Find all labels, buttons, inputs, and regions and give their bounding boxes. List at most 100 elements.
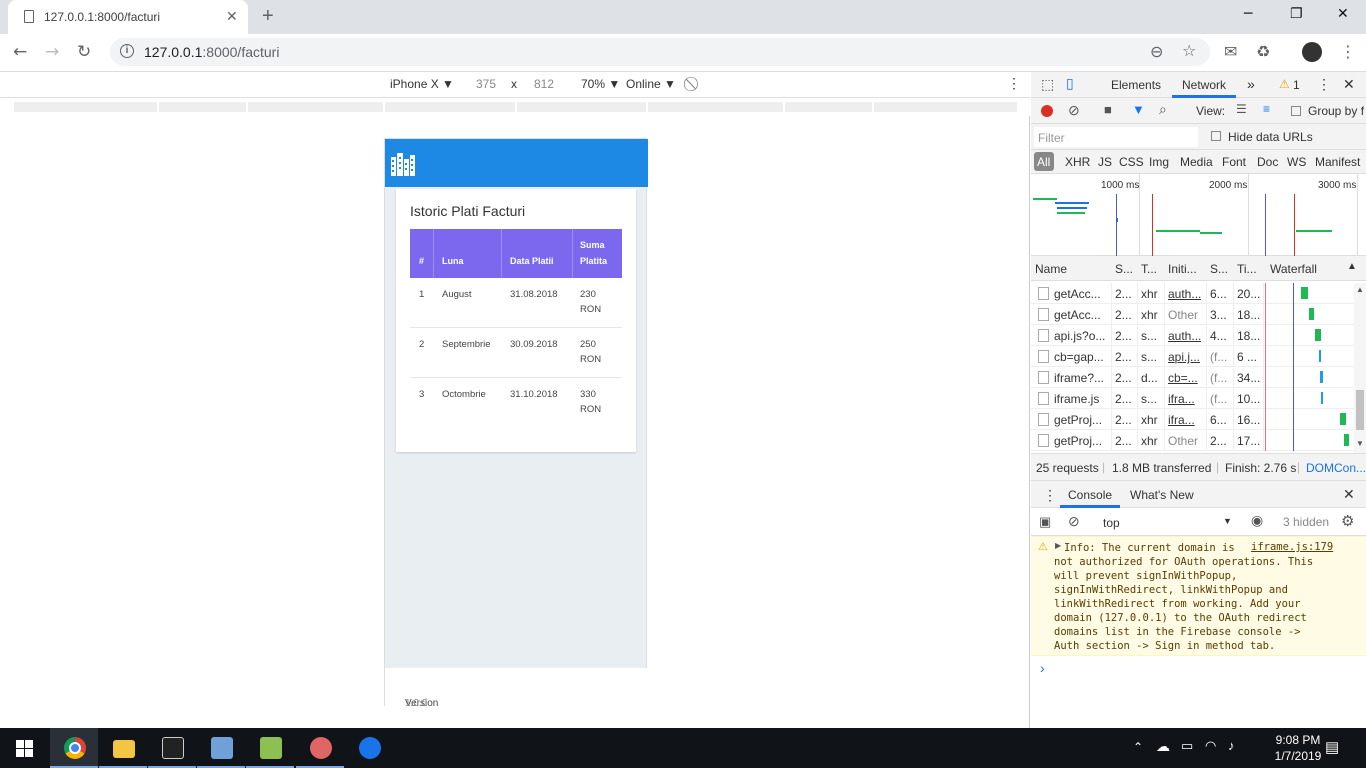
taskbar-terminal[interactable] (148, 728, 196, 768)
network-throttle-select[interactable]: Online ▼ (626, 77, 676, 91)
info-icon[interactable]: i (120, 44, 134, 58)
sidebar-toggle-icon[interactable]: ▣ (1039, 514, 1051, 530)
large-rows-icon[interactable]: ☰ (1236, 102, 1247, 116)
filter-ws[interactable]: WS (1287, 155, 1306, 169)
drawer-menu-icon[interactable]: ⋮ (1043, 487, 1057, 504)
filter-icon[interactable]: ▼ (1132, 102, 1145, 117)
request-row[interactable]: iframe?... 2... d... cb=... (f... 34... (1031, 367, 1366, 388)
request-row[interactable]: cb=gap... 2... s... api.j... (f... 6 ... (1031, 346, 1366, 367)
window-close-button[interactable]: ✕ (1337, 6, 1349, 22)
tab-elements[interactable]: Elements (1111, 78, 1161, 92)
hide-data-urls-checkbox[interactable] (1211, 131, 1221, 141)
forward-icon[interactable]: → (45, 42, 59, 62)
group-by-checkbox[interactable] (1291, 106, 1301, 116)
col-size[interactable]: S... (1210, 262, 1228, 276)
device-toolbar-menu-icon[interactable]: ⋮ (1007, 75, 1021, 92)
warning-count[interactable]: 1 (1293, 78, 1300, 92)
zoom-icon[interactable]: ⊖ (1150, 42, 1163, 61)
context-select[interactable]: top ▼ (1093, 512, 1241, 532)
taskbar-file-explorer[interactable] (99, 728, 147, 768)
filter-input[interactable]: Filter (1034, 127, 1198, 147)
warning-icon[interactable]: ⚠ (1279, 77, 1290, 91)
col-waterfall[interactable]: Waterfall (1270, 262, 1317, 276)
volume-icon[interactable]: ♪ (1228, 738, 1235, 753)
filter-manifest[interactable]: Manifest (1315, 155, 1360, 169)
console-clear-icon[interactable]: ⊘ (1068, 513, 1080, 530)
filter-media[interactable]: Media (1180, 155, 1213, 169)
request-row[interactable]: getAcc... 2... xhr auth... 6... 20... (1031, 283, 1366, 304)
request-initiator[interactable]: cb=... (1168, 371, 1198, 385)
drawer-tab-whats-new[interactable]: What's New (1130, 488, 1194, 502)
device-select[interactable]: iPhone X ▼ (390, 77, 454, 91)
drawer-tab-console[interactable]: Console (1068, 488, 1112, 502)
request-row[interactable]: getProj... 2... xhr Other 2... 17... (1031, 430, 1366, 451)
filter-doc[interactable]: Doc (1257, 155, 1278, 169)
col-name[interactable]: Name (1035, 262, 1067, 276)
devtools-close-icon[interactable]: ✕ (1343, 76, 1355, 93)
request-initiator[interactable]: ifra... (1168, 413, 1195, 427)
request-row[interactable]: iframe.js 2... s... ifra... (f... 10... (1031, 388, 1366, 409)
minimize-button[interactable]: ─ (1244, 6, 1252, 22)
filter-css[interactable]: CSS (1119, 155, 1144, 169)
back-icon[interactable]: ← (13, 42, 27, 62)
tab-network[interactable]: Network (1182, 78, 1226, 92)
recycle-extension-icon[interactable]: ♻ (1256, 42, 1270, 61)
live-expression-eye-icon[interactable]: ◉ (1251, 512, 1263, 529)
filter-img[interactable]: Img (1149, 155, 1169, 169)
start-button[interactable] (0, 728, 48, 768)
zoom-select[interactable]: 70% ▼ (581, 77, 620, 91)
taskbar-maps[interactable] (345, 728, 393, 768)
col-initiator[interactable]: Initi... (1168, 262, 1197, 276)
battery-icon[interactable]: ▭ (1181, 738, 1193, 754)
devtools-menu-icon[interactable]: ⋮ (1317, 76, 1331, 93)
device-height-input[interactable]: 812 (534, 77, 554, 91)
col-type[interactable]: T... (1141, 262, 1157, 276)
tab-close-icon[interactable]: ✕ (226, 8, 238, 25)
request-initiator[interactable]: Other (1168, 308, 1198, 322)
filter-xhr[interactable]: XHR (1065, 155, 1090, 169)
chrome-menu-icon[interactable]: ⋮ (1340, 42, 1356, 61)
taskbar-chrome[interactable] (50, 728, 98, 768)
taskbar-notepad[interactable] (246, 728, 294, 768)
request-row[interactable]: getAcc... 2... xhr Other 3... 18... (1031, 304, 1366, 325)
clear-icon[interactable]: ⊘ (1068, 102, 1080, 119)
taskbar-paint[interactable] (296, 728, 344, 768)
tray-chevron-icon[interactable]: ⌃ (1133, 740, 1143, 754)
request-initiator[interactable]: auth... (1168, 287, 1201, 301)
request-list-scrollbar[interactable]: ▲ ▼ (1354, 283, 1366, 453)
search-icon[interactable]: ⌕ (1159, 101, 1167, 118)
notifications-icon[interactable]: ▤ (1325, 738, 1339, 756)
filter-all[interactable]: All (1037, 155, 1050, 169)
onedrive-icon[interactable]: ☁ (1156, 738, 1170, 755)
request-initiator[interactable]: ifra... (1168, 392, 1195, 406)
reload-icon[interactable]: ↻ (77, 42, 91, 62)
bookmark-star-icon[interactable]: ☆ (1182, 41, 1196, 60)
taskbar-virtualbox[interactable] (197, 728, 245, 768)
new-tab-button[interactable]: + (262, 5, 274, 28)
request-initiator[interactable]: auth... (1168, 329, 1201, 343)
maximize-button[interactable]: ❐ (1290, 6, 1303, 22)
wifi-icon[interactable]: ◠ (1205, 738, 1216, 754)
browser-tab[interactable]: 127.0.0.1:8000/facturi ✕ (8, 0, 248, 34)
request-row[interactable]: api.js?o... 2... s... auth... 4... 18... (1031, 325, 1366, 346)
device-width-input[interactable]: 375 (476, 77, 496, 91)
taskbar-clock[interactable]: 9:08 PM 1/7/2019 (1270, 732, 1326, 764)
more-tabs-icon[interactable]: » (1247, 76, 1255, 92)
filter-font[interactable]: Font (1222, 155, 1246, 169)
request-initiator[interactable]: Other (1168, 434, 1198, 448)
request-initiator[interactable]: api.j... (1168, 350, 1200, 364)
waterfall-view-icon[interactable]: ≡ (1263, 102, 1270, 116)
mail-extension-icon[interactable]: ✉ (1224, 42, 1237, 61)
filter-js[interactable]: JS (1098, 155, 1112, 169)
request-row[interactable]: getProj... 2... xhr ifra... 6... 16... (1031, 409, 1366, 430)
network-overview[interactable]: 1000 ms 2000 ms 3000 ms (1031, 174, 1366, 256)
record-icon[interactable] (1041, 105, 1053, 117)
profile-avatar[interactable] (1302, 42, 1322, 62)
col-status[interactable]: S... (1115, 262, 1133, 276)
source-link[interactable]: iframe.js:179 (1251, 541, 1333, 553)
device-mode-icon[interactable]: ▯ (1066, 75, 1074, 92)
console-settings-gear-icon[interactable]: ⚙ (1341, 512, 1354, 530)
camera-icon[interactable]: ■ (1104, 102, 1112, 117)
drawer-close-icon[interactable]: ✕ (1343, 486, 1355, 503)
inspect-icon[interactable]: ⬚ (1041, 76, 1054, 93)
